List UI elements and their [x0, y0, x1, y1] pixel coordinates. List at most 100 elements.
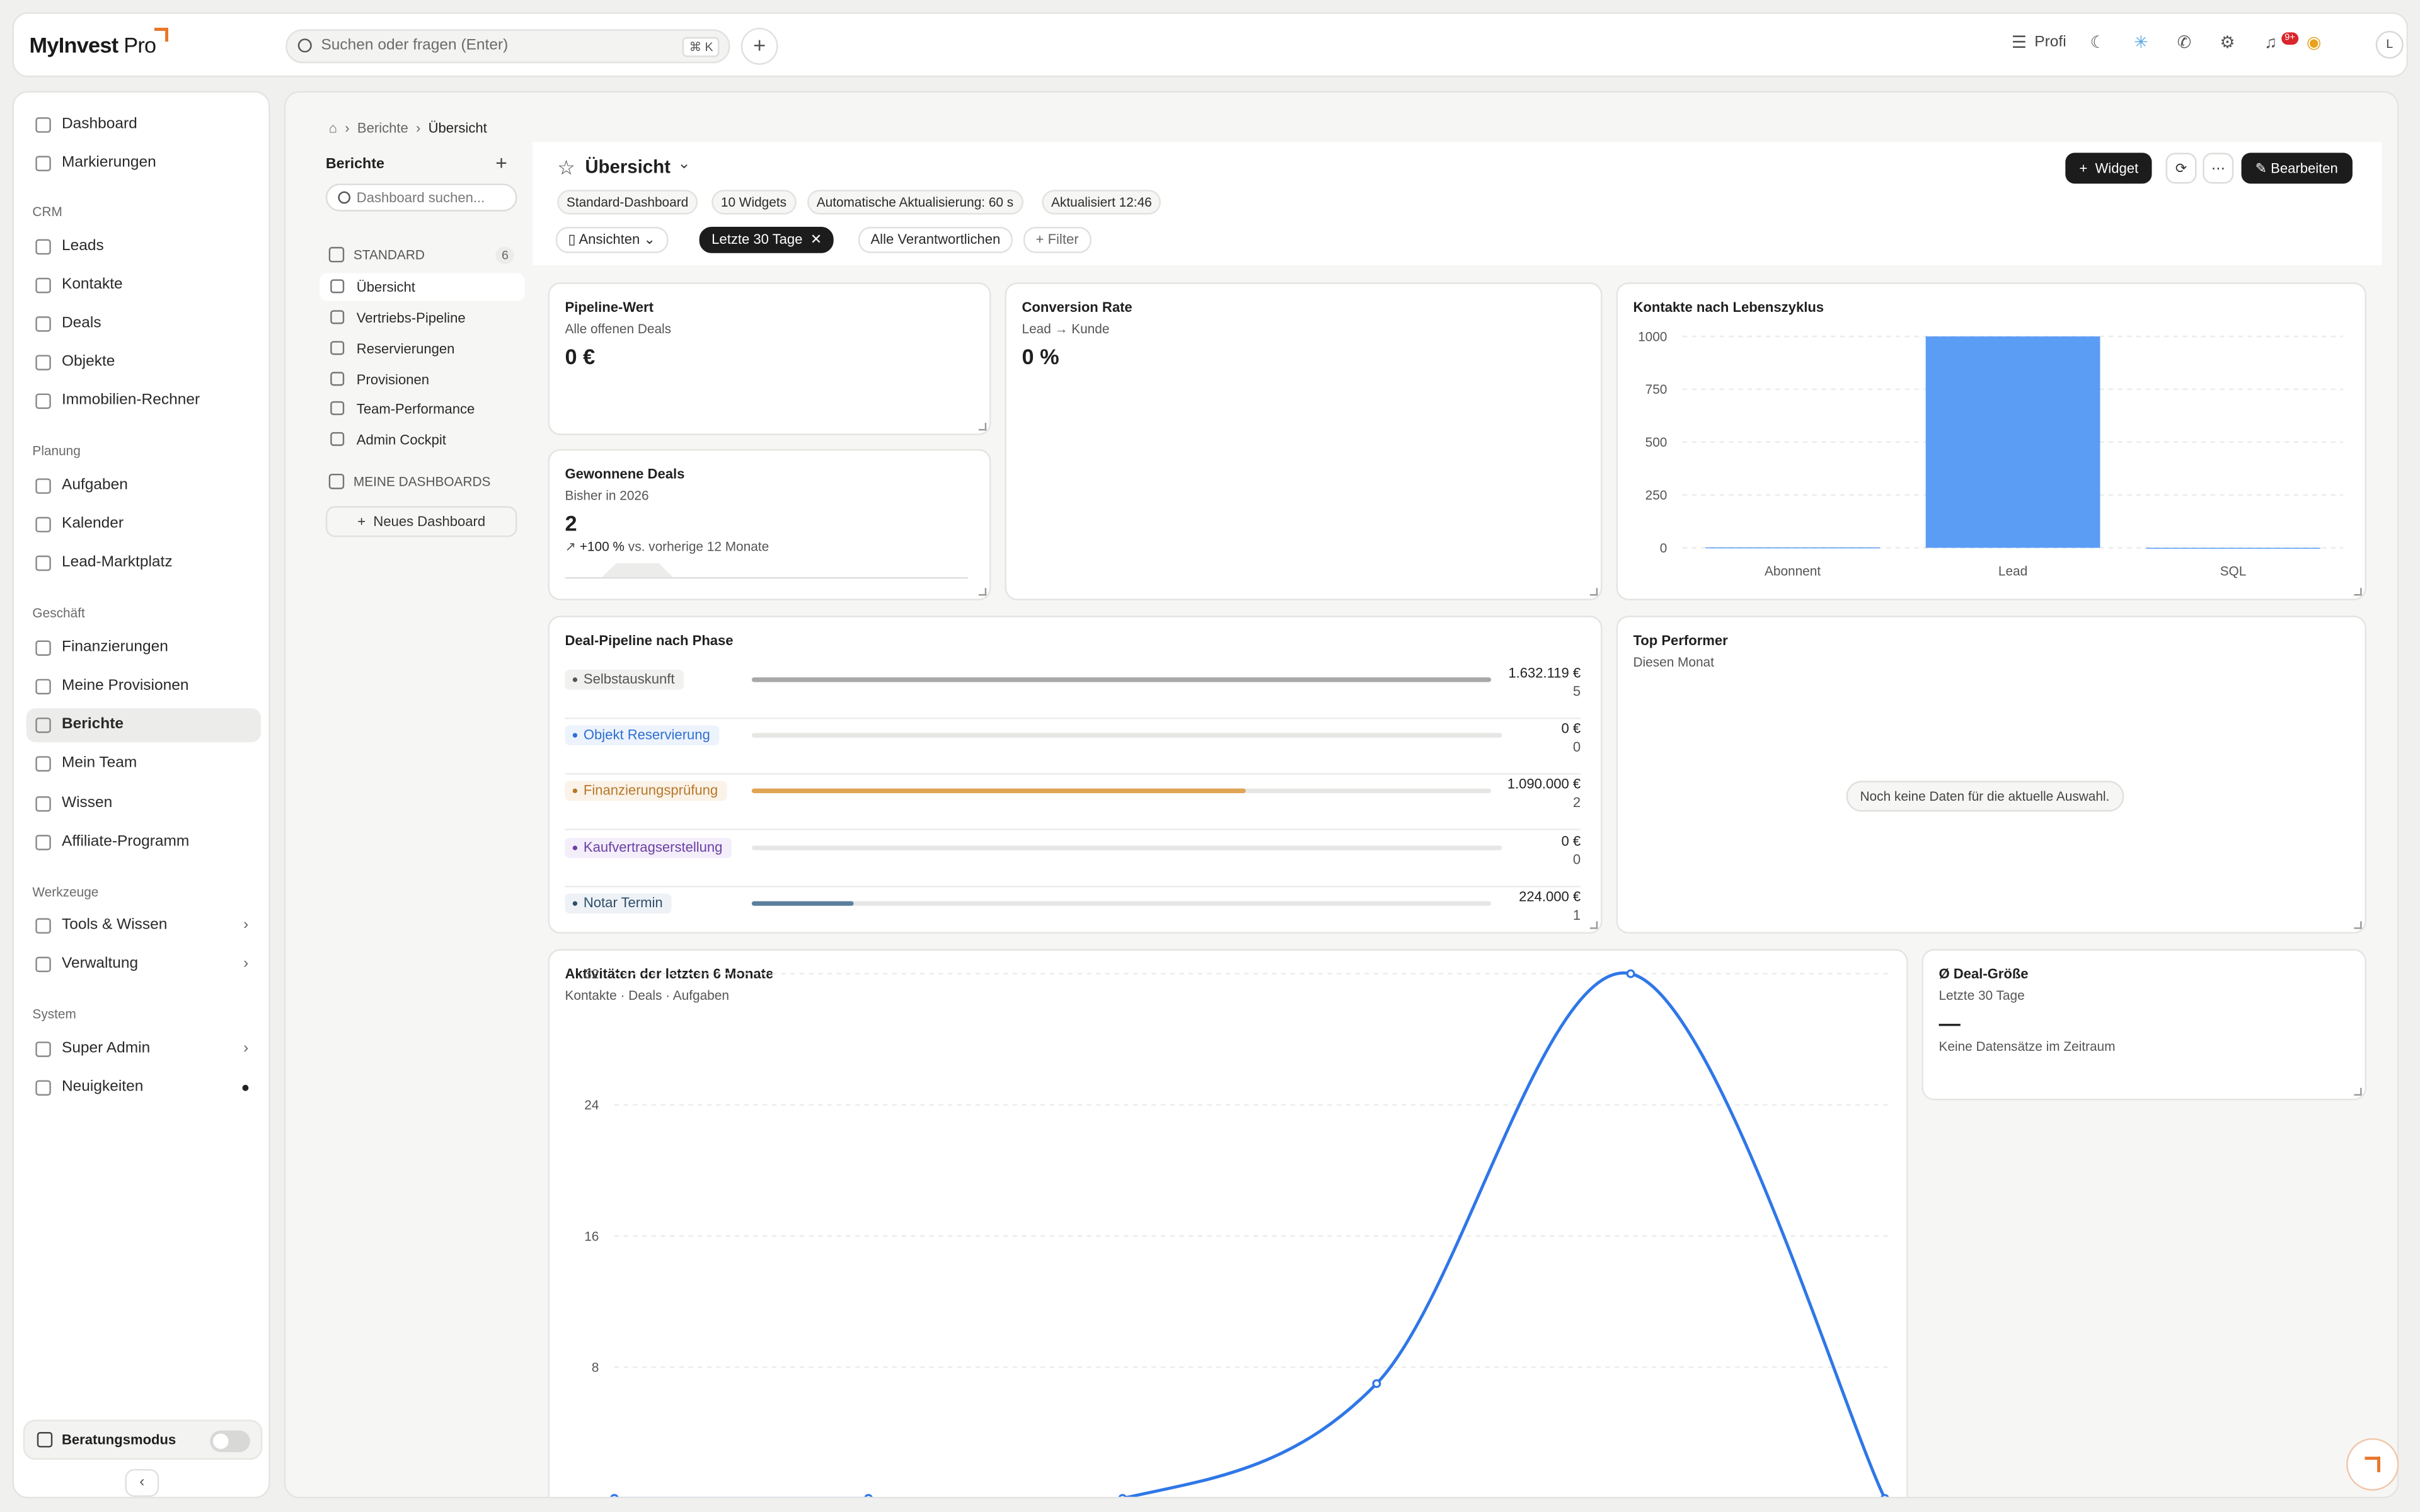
sidebar-item-finanzierungen[interactable]: Finanzierungen: [26, 631, 261, 665]
sidebar-item-super-admin[interactable]: Super Admin ›: [26, 1033, 261, 1067]
resize-handle[interactable]: [2354, 1087, 2362, 1096]
sliders-icon[interactable]: ☰: [2008, 32, 2030, 54]
subnav-item-team-performance[interactable]: Team-Performance: [320, 395, 525, 423]
sidebar-item-deals[interactable]: Deals: [26, 307, 261, 341]
bell-icon[interactable]: ♫: [2260, 32, 2281, 54]
sidebar-item-aufgaben[interactable]: Aufgaben: [26, 469, 261, 503]
sidebar-item-neuigkeiten[interactable]: Neuigkeiten: [26, 1071, 261, 1105]
widget-conversion-rate[interactable]: Conversion Rate Lead → Kunde 0 %: [1005, 282, 1603, 600]
sidebar-item-meine-provisionen[interactable]: Meine Provisionen: [26, 670, 261, 704]
subnav-item-reservierungen[interactable]: Reservierungen: [320, 335, 525, 363]
y-tick-label: 500: [1645, 435, 1668, 450]
collapse-sidebar-button[interactable]: ‹: [125, 1469, 159, 1497]
pipeline-values: 1.090.000 € 2: [1507, 776, 1581, 813]
pipeline-row[interactable]: Selbstauskunft 1.632.119 € 5: [565, 663, 1581, 719]
moon-icon[interactable]: ☾: [2087, 32, 2109, 54]
widget-pipeline-value[interactable]: Pipeline-Wert Alle offenen Deals 0 €: [548, 282, 991, 435]
sidebar-item-wissen[interactable]: Wissen: [26, 787, 261, 821]
widget-won-deals[interactable]: Gewonnene Deals Bisher in 2026 2 ↗ +100 …: [548, 449, 991, 600]
widget-activities-chart[interactable]: Aktivitäten der letzten 6 Monate Kontakt…: [548, 949, 1908, 1497]
resize-handle[interactable]: [978, 588, 987, 596]
subnav-item-provisionen[interactable]: Provisionen: [320, 366, 525, 394]
widget-subtitle: Diesen Monat: [1633, 654, 1714, 670]
widget-deal-pipeline[interactable]: Deal-Pipeline nach Phase Selbstauskunft 1…: [548, 616, 1603, 934]
dashboard-search-input[interactable]: Dashboard suchen...: [325, 183, 517, 212]
sidebar-item-tools-wissen[interactable]: Tools & Wissen ›: [26, 909, 261, 943]
app-logo[interactable]: MyInvest Pro: [30, 28, 168, 57]
add-filter-button[interactable]: + Filter: [1023, 227, 1092, 253]
breadcrumb-berichte[interactable]: Berichte: [357, 120, 408, 135]
widget-deal-size[interactable]: Ø Deal-Größe Letzte 30 Tage — Keine Date…: [1922, 949, 2366, 1101]
dashboard-title[interactable]: Übersicht: [585, 156, 671, 177]
sidebar-item-verwaltung[interactable]: Verwaltung ›: [26, 948, 261, 982]
megaphone-icon: [35, 1080, 51, 1096]
sidebar-item-mein-team[interactable]: Mein Team: [26, 747, 261, 781]
favorite-star-icon[interactable]: ☆: [557, 156, 575, 180]
home-icon[interactable]: ⌂: [329, 120, 337, 135]
users-icon: [330, 401, 345, 415]
section-title-werkzeuge: Werkzeuge: [32, 884, 99, 900]
sidebar-item-objekte[interactable]: Objekte: [26, 346, 261, 380]
y-tick-label: 250: [1645, 488, 1668, 503]
widget-top-performer[interactable]: Top Performer Diesen Monat Noch keine Da…: [1616, 616, 2366, 934]
sidebar-item-kontakte[interactable]: Kontakte: [26, 268, 261, 302]
refresh-button[interactable]: ⟳: [2165, 152, 2197, 184]
pipeline-stage-label: Selbstauskunft: [565, 670, 684, 690]
widget-lifecycle-chart[interactable]: Kontakte nach Lebenszyklus 0 250 500 750 100…: [1616, 282, 2366, 600]
trend-line: ↗ +100 % vs. vorherige 12 Monate: [565, 538, 769, 554]
new-dashboard-button[interactable]: + Neues Dashboard: [325, 506, 517, 537]
add-widget-button[interactable]: + Widget: [2065, 152, 2153, 184]
resize-handle[interactable]: [2354, 588, 2362, 596]
add-dashboard-button[interactable]: +: [495, 151, 507, 175]
resize-handle[interactable]: [2354, 921, 2362, 929]
quick-add-button[interactable]: +: [740, 28, 778, 65]
views-dropdown[interactable]: ▯ Ansichten ⌄: [555, 227, 668, 253]
resize-handle[interactable]: [978, 423, 987, 431]
ai-sparkle-icon[interactable]: ✳: [2130, 32, 2152, 54]
git-branch-icon: [330, 310, 345, 324]
dashboard-header: ☆ Übersicht ⌄ Standard-Dashboard 10 Widg…: [533, 142, 2382, 266]
owner-filter-chip[interactable]: Alle Verantwortlichen: [858, 227, 1013, 253]
sidebar-item-berichte[interactable]: Berichte: [26, 708, 261, 743]
data-point: [1372, 1379, 1381, 1389]
resize-handle[interactable]: [1589, 588, 1598, 596]
gear-icon[interactable]: ⚙: [2216, 32, 2238, 54]
resize-handle[interactable]: [1589, 921, 1598, 929]
edit-button[interactable]: ✎ Bearbeiten: [2241, 152, 2352, 184]
my-dashboards-section-label[interactable]: MEINE DASHBOARDS: [328, 473, 490, 490]
assistant-fab-button[interactable]: [2346, 1438, 2399, 1491]
subnav-item-vertriebs-pipeline[interactable]: Vertriebs-Pipeline: [320, 304, 525, 332]
widget-title: Ø Deal-Größe: [1939, 966, 2029, 982]
global-search-input[interactable]: Suchen oder fragen (Enter) ⌘ K: [285, 29, 730, 64]
sidebar-item-lead-marktplatz[interactable]: Lead-Marktplatz: [26, 546, 261, 580]
subnav-item-admin-cockpit[interactable]: Admin Cockpit: [320, 426, 525, 454]
more-options-button[interactable]: ⋯: [2203, 152, 2234, 184]
breadcrumb-current: Übersicht: [428, 120, 487, 136]
chevron-down-icon[interactable]: ⌄: [677, 156, 691, 173]
pipeline-row[interactable]: Finanzierungsprüfung 1.090.000 € 2: [565, 776, 1581, 831]
pipeline-row[interactable]: Notar Termin 224.000 € 1: [565, 887, 1581, 942]
profile-mode-label[interactable]: Profi: [2034, 34, 2066, 51]
table-icon: [330, 341, 345, 355]
sidebar-item-leads[interactable]: Leads: [26, 230, 261, 264]
pipeline-row[interactable]: Objekt Reservierung 0 €0: [565, 719, 1581, 776]
eye-icon[interactable]: ◉: [2303, 32, 2325, 54]
standard-section-label[interactable]: STANDARD: [328, 246, 425, 263]
sidebar-item-markierungen[interactable]: Markierungen: [26, 147, 261, 181]
beratungsmodus-toggle-row: Beratungsmodus: [23, 1419, 263, 1460]
chip-dashboard-type: Standard-Dashboard: [557, 190, 698, 215]
beratungsmodus-switch[interactable]: [210, 1430, 250, 1452]
sidebar-item-affiliate-programm[interactable]: Affiliate-Programm: [26, 825, 261, 859]
sidebar-item-kalender[interactable]: Kalender: [26, 508, 261, 542]
star-icon: [328, 246, 345, 263]
pipeline-row[interactable]: Kaufvertragserstellung 0 €0: [565, 831, 1581, 887]
pipeline-values: 0 €0: [1562, 831, 1581, 868]
avatar[interactable]: L: [2375, 30, 2404, 59]
period-filter-chip[interactable]: Letzte 30 Tage ✕: [699, 227, 834, 253]
close-icon[interactable]: ✕: [810, 231, 822, 246]
subnav-item-uebersicht[interactable]: Übersicht: [320, 273, 525, 301]
sidebar-item-immobilien-rechner[interactable]: Immobilien-Rechner: [26, 384, 261, 418]
widget-title: Conversion Rate: [1022, 299, 1132, 315]
phone-icon[interactable]: ✆: [2174, 32, 2195, 54]
sidebar-item-dashboard[interactable]: Dashboard: [26, 108, 261, 142]
